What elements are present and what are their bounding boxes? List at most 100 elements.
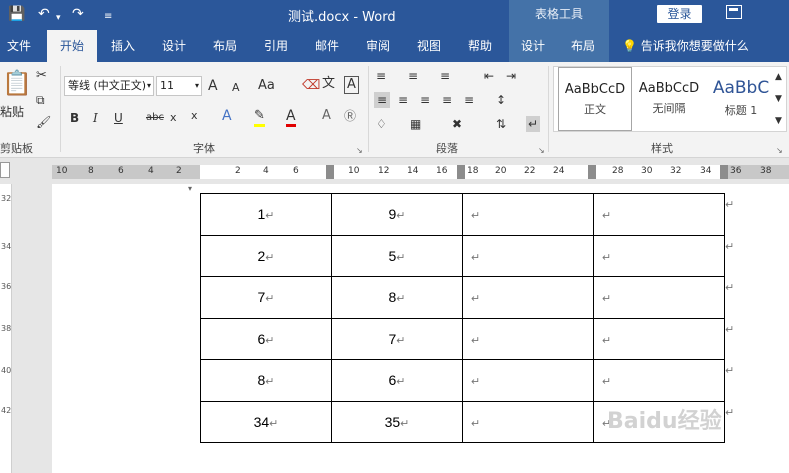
font-dialog-launcher-icon[interactable]: ↘ — [356, 146, 363, 155]
format-painter-icon[interactable]: 🖌 — [36, 114, 51, 130]
undo-icon[interactable]: ↶ — [38, 5, 50, 23]
gallery-scroll-up-icon[interactable]: ▲ — [775, 69, 782, 85]
tab-selector-icon[interactable] — [0, 162, 10, 178]
tab-help[interactable]: 帮助 — [458, 30, 502, 62]
multilevel-list-icon[interactable]: ≡ — [440, 68, 450, 84]
sort-icon[interactable]: ⇅ — [496, 116, 506, 132]
paste-button[interactable]: 粘贴 — [0, 104, 24, 120]
table-cell[interactable]: 5↵ — [331, 234, 463, 277]
borders-icon[interactable]: ▦ — [410, 116, 421, 132]
horizontal-ruler[interactable]: 10 8 6 4 2 2 4 6 10 12 14 16 18 20 22 24… — [0, 158, 789, 184]
tab-review[interactable]: 审阅 — [356, 30, 400, 62]
character-border-icon[interactable]: A — [344, 76, 359, 94]
table-cell[interactable]: 7↵ — [331, 317, 463, 360]
table-cell[interactable]: ↵ — [593, 317, 725, 360]
table-cell[interactable]: 6↵ — [331, 359, 463, 402]
tab-insert[interactable]: 插入 — [101, 30, 145, 62]
table-cell[interactable]: 34↵ — [200, 400, 332, 443]
copy-icon[interactable]: ⧉ — [36, 92, 45, 108]
table-cell[interactable]: ↵ — [462, 359, 594, 402]
highlight-icon[interactable]: ✎ — [254, 108, 265, 127]
table-cell[interactable]: ↵ — [462, 400, 594, 443]
table-cell[interactable]: ↵ — [462, 276, 594, 319]
character-shading-icon[interactable]: A — [322, 108, 331, 124]
tab-table-layout[interactable]: 布局 — [561, 30, 605, 62]
grow-font-button[interactable]: A — [208, 78, 218, 94]
tab-table-design[interactable]: 设计 — [511, 30, 555, 62]
table-cell[interactable]: 9↵ — [331, 193, 463, 236]
shading-icon[interactable]: ♢ — [376, 116, 387, 132]
superscript-button[interactable]: x — [191, 108, 198, 124]
subscript-button[interactable]: x — [170, 110, 177, 126]
table-cell[interactable]: 6↵ — [200, 317, 332, 360]
enclose-characters-icon[interactable]: Ⓡ — [344, 108, 356, 124]
table-cell[interactable]: ↵ — [593, 276, 725, 319]
align-left-icon[interactable]: ≡ — [374, 92, 391, 108]
column-marker-2[interactable] — [457, 165, 465, 179]
increase-indent-icon[interactable]: ⇥ — [506, 68, 516, 84]
cut-icon[interactable]: ✂ — [36, 68, 47, 84]
align-right-icon[interactable]: ≡ — [420, 92, 430, 108]
tell-me-box[interactable]: 💡 告诉我你想要做什么 — [622, 30, 749, 62]
style-no-spacing[interactable]: AaBbCcD 无间隔 — [632, 67, 706, 131]
show-marks-icon[interactable]: ↵ — [526, 116, 541, 132]
numbering-icon[interactable]: ≡ — [408, 68, 418, 84]
ribbon-display-options-icon[interactable] — [726, 5, 742, 19]
tab-layout[interactable]: 布局 — [203, 30, 247, 62]
table-cell[interactable]: 1↵ — [200, 193, 332, 236]
chinese-layout-icon[interactable]: ✖ — [452, 116, 462, 132]
tab-design[interactable]: 设计 — [152, 30, 196, 62]
underline-button[interactable]: U — [114, 110, 123, 126]
gallery-scroll-down-icon[interactable]: ▼ — [775, 91, 782, 107]
table-cell[interactable]: ↵ — [593, 234, 725, 277]
font-name-combo[interactable]: 等线 (中文正文) ▾ — [64, 76, 154, 96]
paste-icon[interactable]: 📋 — [2, 70, 32, 96]
tab-view[interactable]: 视图 — [407, 30, 451, 62]
login-button[interactable]: 登录 — [657, 5, 702, 23]
text-effects-icon[interactable]: A — [222, 108, 232, 124]
gallery-more-icon[interactable]: ▼ — [775, 113, 782, 129]
table-cell[interactable]: 35↵ — [331, 400, 463, 443]
bullets-icon[interactable]: ≡ — [376, 68, 386, 84]
style-normal[interactable]: AaBbCcD 正文 — [558, 67, 632, 131]
undo-dropdown-icon[interactable]: ▾ — [56, 9, 61, 27]
table-cell[interactable]: ↵ — [462, 193, 594, 236]
table-cell[interactable]: ↵ — [593, 359, 725, 402]
clear-format-icon[interactable]: ⌫ — [302, 78, 320, 94]
column-marker-3[interactable] — [588, 165, 596, 179]
strikethrough-button[interactable]: abc — [146, 110, 164, 126]
table-cell[interactable]: ↵ — [593, 193, 725, 236]
align-center-icon[interactable]: ≡ — [398, 92, 408, 108]
change-case-button[interactable]: Aa — [258, 78, 275, 94]
italic-button[interactable]: I — [93, 110, 98, 126]
table-cell[interactable]: 2↵ — [200, 234, 332, 277]
save-icon[interactable]: 💾 — [8, 5, 25, 23]
decrease-indent-icon[interactable]: ⇤ — [484, 68, 494, 84]
style-heading-1[interactable]: AaBbC 标题 1 — [704, 67, 778, 131]
column-marker-1[interactable] — [326, 165, 334, 179]
table-cell[interactable]: 8↵ — [200, 359, 332, 402]
styles-dialog-launcher-icon[interactable]: ↘ — [776, 146, 783, 155]
table-move-handle-icon[interactable]: ▾ — [188, 184, 192, 193]
phonetic-guide-icon[interactable]: 文 — [322, 76, 335, 92]
font-color-icon[interactable]: A — [286, 108, 296, 127]
line-spacing-icon[interactable]: ↕ — [496, 92, 506, 108]
paragraph-dialog-launcher-icon[interactable]: ↘ — [538, 146, 545, 155]
shrink-font-button[interactable]: A — [232, 80, 240, 96]
tab-file[interactable]: 文件 — [0, 30, 38, 62]
table-cell[interactable]: 8↵ — [331, 276, 463, 319]
customize-qat-icon[interactable]: ≡ — [104, 8, 112, 26]
table-cell[interactable]: ↵ — [462, 234, 594, 277]
tab-mailings[interactable]: 邮件 — [305, 30, 349, 62]
justify-icon[interactable]: ≡ — [442, 92, 452, 108]
bold-button[interactable]: B — [70, 110, 79, 126]
table-cell[interactable]: ↵ — [462, 317, 594, 360]
document-page[interactable]: ▾ 1↵ 9↵ ↵ ↵ 2↵ 5↵ ↵ ↵ 7↵ 8↵ ↵ ↵ 6↵ 7↵ ↵ … — [52, 184, 789, 473]
redo-icon[interactable]: ↷ — [72, 5, 84, 23]
font-size-combo[interactable]: 11 ▾ — [156, 76, 202, 96]
tab-references[interactable]: 引用 — [254, 30, 298, 62]
distributed-icon[interactable]: ≡ — [464, 92, 474, 108]
table-cell[interactable]: 7↵ — [200, 276, 332, 319]
vertical-ruler[interactable]: 32 34 36 38 40 42 — [0, 184, 12, 473]
column-marker-4[interactable] — [720, 165, 728, 179]
